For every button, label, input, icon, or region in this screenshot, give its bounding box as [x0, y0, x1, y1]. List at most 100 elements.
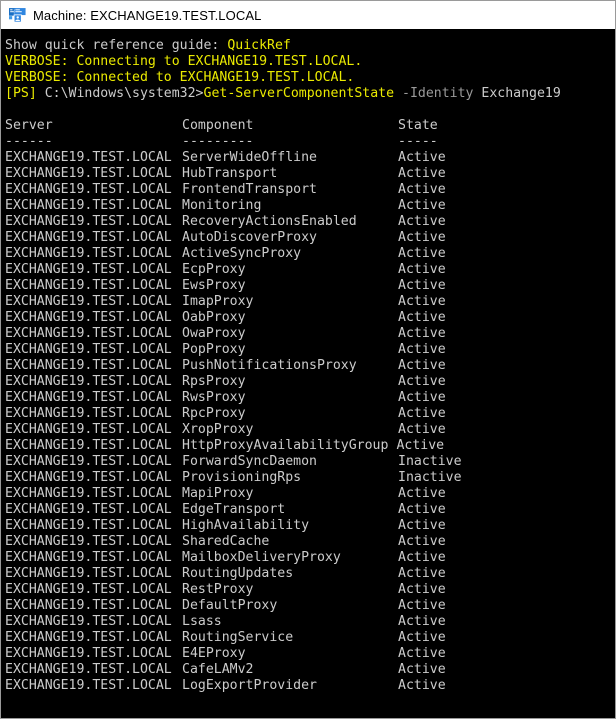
cell-server: EXCHANGE19.TEST.LOCAL — [5, 326, 172, 341]
title-bar: Machine: EXCHANGE19.TEST.LOCAL — [1, 1, 615, 30]
column-rule-server: ------ — [5, 134, 53, 149]
table-row: EXCHANGE19.TEST.LOCAL AutoDiscoverProxy Ac… — [5, 230, 615, 246]
cell-component: OabProxy — [182, 310, 246, 325]
table-body: EXCHANGE19.TEST.LOCAL ServerWideOffline Ac… — [5, 150, 615, 694]
table-row: EXCHANGE19.TEST.LOCAL XropProxy Active — [5, 422, 615, 438]
cell-server: EXCHANGE19.TEST.LOCAL — [5, 182, 172, 197]
cell-component: CafeLAMv2 — [182, 662, 254, 677]
cell-component: EcpProxy — [182, 262, 246, 277]
cell-state: Active — [398, 310, 446, 325]
cell-server: EXCHANGE19.TEST.LOCAL — [5, 214, 172, 229]
cell-server: EXCHANGE19.TEST.LOCAL — [5, 358, 172, 373]
table-row: EXCHANGE19.TEST.LOCAL EwsProxy Active — [5, 278, 615, 294]
cell-server: EXCHANGE19.TEST.LOCAL — [5, 646, 172, 661]
cell-server: EXCHANGE19.TEST.LOCAL — [5, 614, 172, 629]
cell-server: EXCHANGE19.TEST.LOCAL — [5, 262, 172, 277]
cell-state: Active — [396, 438, 445, 453]
cell-server: EXCHANGE19.TEST.LOCAL — [5, 422, 172, 437]
table-row: EXCHANGE19.TEST.LOCAL LogExportProvider Ac… — [5, 678, 615, 694]
cell-server: EXCHANGE19.TEST.LOCAL — [5, 230, 172, 245]
cell-component: ProvisioningRps — [182, 470, 302, 485]
verbose-line: VERBOSE: Connected to EXCHANGE19.TEST.LO… — [5, 70, 355, 85]
cell-state: Active — [398, 390, 446, 405]
column-rule-state: ----- — [398, 134, 438, 149]
console-output-area[interactable]: Show quick reference guide: QuickRef VER… — [1, 30, 615, 718]
table-row: EXCHANGE19.TEST.LOCAL E4EProxy Active — [5, 646, 615, 662]
column-header-state: State — [398, 118, 438, 133]
cell-server: EXCHANGE19.TEST.LOCAL — [5, 150, 172, 165]
cell-state: Active — [398, 374, 446, 389]
cell-state: Active — [398, 630, 446, 645]
cell-component: RecoveryActionsEnabled — [182, 214, 357, 229]
table-row: EXCHANGE19.TEST.LOCAL RpsProxy Active — [5, 374, 615, 390]
table-row: EXCHANGE19.TEST.LOCAL EdgeTransport Active — [5, 502, 615, 518]
cell-component: RoutingService — [182, 630, 294, 645]
table-header-rule-row: ------ --------- ----- — [5, 134, 615, 150]
cell-server: EXCHANGE19.TEST.LOCAL — [5, 406, 172, 421]
cell-state: Active — [398, 598, 446, 613]
cell-server: EXCHANGE19.TEST.LOCAL — [5, 246, 172, 261]
cell-component: FrontendTransport — [182, 182, 317, 197]
cell-component: Lsass — [182, 614, 222, 629]
table-row: EXCHANGE19.TEST.LOCAL HighAvailability Act… — [5, 518, 615, 534]
cell-state: Active — [398, 326, 446, 341]
cell-server: EXCHANGE19.TEST.LOCAL — [5, 166, 172, 181]
cell-state: Active — [398, 230, 446, 245]
cell-state: Active — [398, 342, 446, 357]
cell-component: ImapProxy — [182, 294, 254, 309]
cell-server: EXCHANGE19.TEST.LOCAL — [5, 566, 172, 581]
cell-server: EXCHANGE19.TEST.LOCAL — [5, 662, 172, 677]
prompt-line[interactable]: [PS] C:\Windows\system32>Get-ServerCompo… — [5, 86, 615, 102]
table-row: EXCHANGE19.TEST.LOCAL HttpProxyAvailabili… — [5, 438, 615, 454]
quickref-link[interactable]: QuickRef — [227, 38, 291, 53]
cell-component: EwsProxy — [182, 278, 246, 293]
cell-component: MapiProxy — [182, 486, 254, 501]
cell-component: HighAvailability — [182, 518, 310, 533]
cell-component: RoutingUpdates — [182, 566, 294, 581]
cell-state: Active — [398, 182, 446, 197]
cell-component: DefaultProxy — [182, 598, 278, 613]
table-header-row: Server Component State — [5, 118, 615, 134]
cell-state: Active — [398, 678, 446, 693]
cell-server: EXCHANGE19.TEST.LOCAL — [5, 534, 172, 549]
cell-component: AutoDiscoverProxy — [182, 230, 317, 245]
command-parameter: -Identity — [394, 86, 474, 101]
table-row: EXCHANGE19.TEST.LOCAL OwaProxy Active — [5, 326, 615, 342]
table-row: EXCHANGE19.TEST.LOCAL ImapProxy Active — [5, 294, 615, 310]
cell-state: Active — [398, 550, 446, 565]
cell-server: EXCHANGE19.TEST.LOCAL — [5, 470, 172, 485]
cell-server: EXCHANGE19.TEST.LOCAL — [5, 678, 172, 693]
verbose-line: VERBOSE: Connecting to EXCHANGE19.TEST.L… — [5, 54, 363, 69]
table-row: EXCHANGE19.TEST.LOCAL FrontendTransport Ac… — [5, 182, 615, 198]
cell-server: EXCHANGE19.TEST.LOCAL — [5, 486, 172, 501]
table-row: EXCHANGE19.TEST.LOCAL RoutingService Activ… — [5, 630, 615, 646]
cell-state: Inactive — [398, 470, 462, 485]
table-row: EXCHANGE19.TEST.LOCAL Lsass Active — [5, 614, 615, 630]
cell-server: EXCHANGE19.TEST.LOCAL — [5, 598, 172, 613]
cell-state: Active — [398, 406, 446, 421]
column-header-server: Server — [5, 118, 53, 133]
cell-state: Active — [398, 566, 446, 581]
table-row: EXCHANGE19.TEST.LOCAL DefaultProxy Active — [5, 598, 615, 614]
cell-component: RpsProxy — [182, 374, 246, 389]
prompt-ps-label: [PS] — [5, 86, 37, 101]
cell-component: PopProxy — [182, 342, 246, 357]
exchange-management-shell-icon — [9, 7, 26, 23]
cell-state: Active — [398, 294, 446, 309]
table-row: EXCHANGE19.TEST.LOCAL PushNotificationsPr… — [5, 358, 615, 374]
cell-component: ServerWideOffline — [182, 150, 317, 165]
cell-component: RpcProxy — [182, 406, 246, 421]
table-row: EXCHANGE19.TEST.LOCAL Monitoring Active — [5, 198, 615, 214]
cell-state: Active — [398, 518, 446, 533]
cell-state: Active — [398, 150, 446, 165]
cell-server: EXCHANGE19.TEST.LOCAL — [5, 438, 172, 453]
window-title: Machine: EXCHANGE19.TEST.LOCAL — [33, 7, 262, 23]
cell-server: EXCHANGE19.TEST.LOCAL — [5, 502, 172, 517]
cell-state: Active — [398, 614, 446, 629]
table-row: EXCHANGE19.TEST.LOCAL OabProxy Active — [5, 310, 615, 326]
table-row: EXCHANGE19.TEST.LOCAL HubTransport Active — [5, 166, 615, 182]
table-row: EXCHANGE19.TEST.LOCAL ActiveSyncProxy Acti… — [5, 246, 615, 262]
cell-state: Active — [398, 646, 446, 661]
exchange-management-shell-window: Machine: EXCHANGE19.TEST.LOCAL Show quic… — [0, 0, 616, 719]
cell-component: RwsProxy — [182, 390, 246, 405]
